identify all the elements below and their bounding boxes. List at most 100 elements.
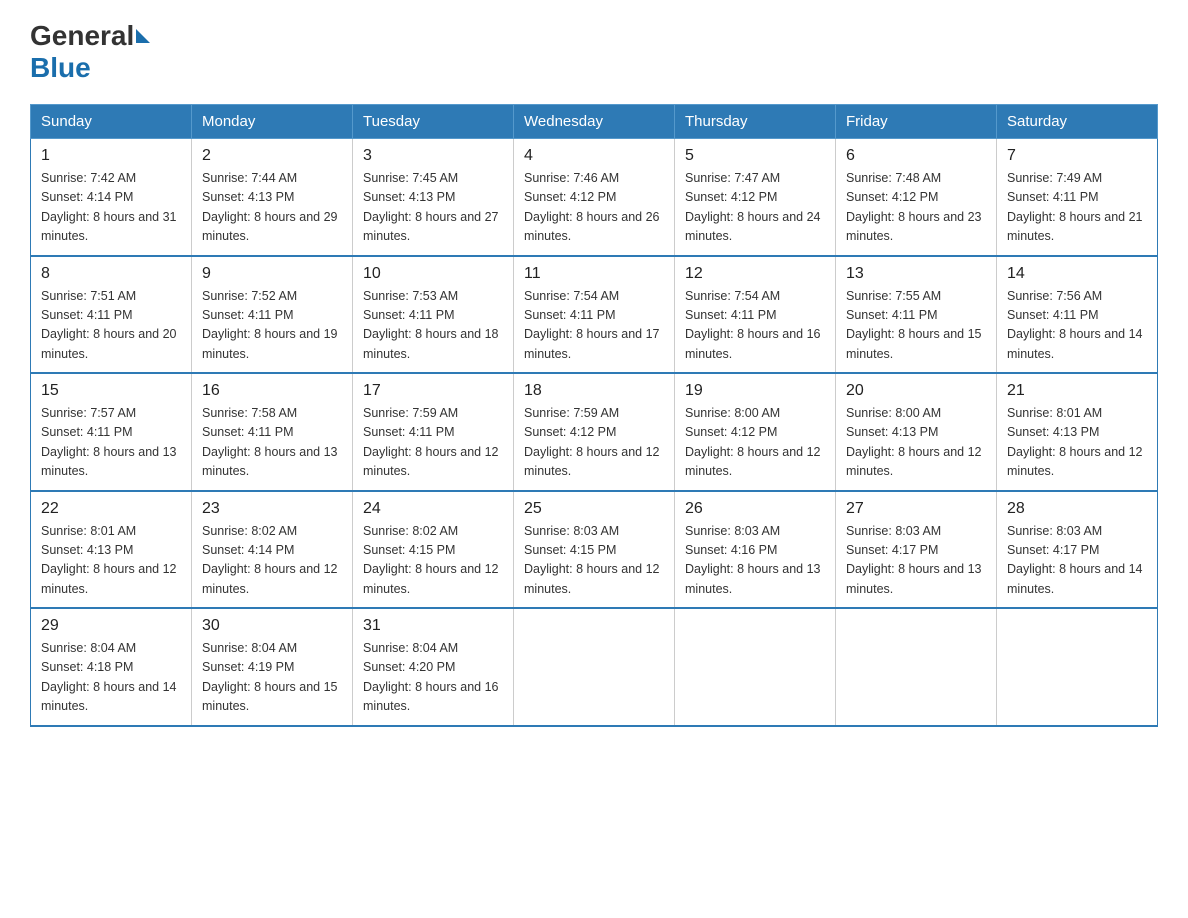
day-number: 21 xyxy=(1007,382,1147,400)
calendar-week-row: 29 Sunrise: 8:04 AMSunset: 4:18 PMDaylig… xyxy=(31,608,1158,726)
day-number: 14 xyxy=(1007,265,1147,283)
day-info: Sunrise: 7:54 AMSunset: 4:11 PMDaylight:… xyxy=(524,289,660,361)
day-info: Sunrise: 7:58 AMSunset: 4:11 PMDaylight:… xyxy=(202,406,338,478)
logo-general-text: General xyxy=(30,20,134,52)
day-number: 7 xyxy=(1007,147,1147,165)
calendar-day-cell: 10 Sunrise: 7:53 AMSunset: 4:11 PMDaylig… xyxy=(353,256,514,374)
day-number: 26 xyxy=(685,500,825,518)
day-number: 4 xyxy=(524,147,664,165)
day-number: 20 xyxy=(846,382,986,400)
day-info: Sunrise: 8:03 AMSunset: 4:17 PMDaylight:… xyxy=(1007,524,1143,596)
day-number: 27 xyxy=(846,500,986,518)
day-number: 13 xyxy=(846,265,986,283)
weekday-header-wednesday: Wednesday xyxy=(514,105,675,139)
day-info: Sunrise: 7:42 AMSunset: 4:14 PMDaylight:… xyxy=(41,171,177,243)
calendar-day-cell: 23 Sunrise: 8:02 AMSunset: 4:14 PMDaylig… xyxy=(192,491,353,609)
day-number: 2 xyxy=(202,147,342,165)
day-number: 16 xyxy=(202,382,342,400)
day-info: Sunrise: 8:03 AMSunset: 4:17 PMDaylight:… xyxy=(846,524,982,596)
calendar-day-cell: 12 Sunrise: 7:54 AMSunset: 4:11 PMDaylig… xyxy=(675,256,836,374)
page-header: General Blue xyxy=(30,20,1158,84)
day-number: 12 xyxy=(685,265,825,283)
day-number: 19 xyxy=(685,382,825,400)
day-info: Sunrise: 7:51 AMSunset: 4:11 PMDaylight:… xyxy=(41,289,177,361)
day-info: Sunrise: 7:59 AMSunset: 4:12 PMDaylight:… xyxy=(524,406,660,478)
day-info: Sunrise: 8:02 AMSunset: 4:14 PMDaylight:… xyxy=(202,524,338,596)
day-info: Sunrise: 7:54 AMSunset: 4:11 PMDaylight:… xyxy=(685,289,821,361)
day-number: 10 xyxy=(363,265,503,283)
day-info: Sunrise: 8:03 AMSunset: 4:15 PMDaylight:… xyxy=(524,524,660,596)
day-number: 11 xyxy=(524,265,664,283)
day-number: 9 xyxy=(202,265,342,283)
calendar-day-cell: 3 Sunrise: 7:45 AMSunset: 4:13 PMDayligh… xyxy=(353,139,514,256)
calendar-day-cell: 8 Sunrise: 7:51 AMSunset: 4:11 PMDayligh… xyxy=(31,256,192,374)
calendar-day-cell: 18 Sunrise: 7:59 AMSunset: 4:12 PMDaylig… xyxy=(514,373,675,491)
calendar-week-row: 22 Sunrise: 8:01 AMSunset: 4:13 PMDaylig… xyxy=(31,491,1158,609)
day-info: Sunrise: 7:44 AMSunset: 4:13 PMDaylight:… xyxy=(202,171,338,243)
day-info: Sunrise: 8:00 AMSunset: 4:13 PMDaylight:… xyxy=(846,406,982,478)
day-info: Sunrise: 7:49 AMSunset: 4:11 PMDaylight:… xyxy=(1007,171,1143,243)
day-info: Sunrise: 8:04 AMSunset: 4:20 PMDaylight:… xyxy=(363,641,499,713)
day-number: 29 xyxy=(41,617,181,635)
calendar-day-cell: 16 Sunrise: 7:58 AMSunset: 4:11 PMDaylig… xyxy=(192,373,353,491)
day-number: 25 xyxy=(524,500,664,518)
day-info: Sunrise: 8:01 AMSunset: 4:13 PMDaylight:… xyxy=(1007,406,1143,478)
logo-triangle-icon xyxy=(136,29,150,43)
calendar-day-cell: 9 Sunrise: 7:52 AMSunset: 4:11 PMDayligh… xyxy=(192,256,353,374)
day-info: Sunrise: 8:02 AMSunset: 4:15 PMDaylight:… xyxy=(363,524,499,596)
day-number: 18 xyxy=(524,382,664,400)
day-info: Sunrise: 8:04 AMSunset: 4:18 PMDaylight:… xyxy=(41,641,177,713)
logo-blue-text: Blue xyxy=(30,52,91,83)
calendar-day-cell: 6 Sunrise: 7:48 AMSunset: 4:12 PMDayligh… xyxy=(836,139,997,256)
weekday-header-thursday: Thursday xyxy=(675,105,836,139)
calendar-day-cell: 4 Sunrise: 7:46 AMSunset: 4:12 PMDayligh… xyxy=(514,139,675,256)
day-info: Sunrise: 7:57 AMSunset: 4:11 PMDaylight:… xyxy=(41,406,177,478)
calendar-week-row: 1 Sunrise: 7:42 AMSunset: 4:14 PMDayligh… xyxy=(31,139,1158,256)
calendar-day-cell xyxy=(997,608,1158,726)
calendar-day-cell: 25 Sunrise: 8:03 AMSunset: 4:15 PMDaylig… xyxy=(514,491,675,609)
calendar-day-cell: 20 Sunrise: 8:00 AMSunset: 4:13 PMDaylig… xyxy=(836,373,997,491)
calendar-day-cell: 21 Sunrise: 8:01 AMSunset: 4:13 PMDaylig… xyxy=(997,373,1158,491)
day-info: Sunrise: 7:59 AMSunset: 4:11 PMDaylight:… xyxy=(363,406,499,478)
day-info: Sunrise: 7:52 AMSunset: 4:11 PMDaylight:… xyxy=(202,289,338,361)
weekday-header-saturday: Saturday xyxy=(997,105,1158,139)
calendar-day-cell xyxy=(675,608,836,726)
day-info: Sunrise: 8:04 AMSunset: 4:19 PMDaylight:… xyxy=(202,641,338,713)
calendar-day-cell: 17 Sunrise: 7:59 AMSunset: 4:11 PMDaylig… xyxy=(353,373,514,491)
calendar-day-cell: 19 Sunrise: 8:00 AMSunset: 4:12 PMDaylig… xyxy=(675,373,836,491)
day-info: Sunrise: 7:55 AMSunset: 4:11 PMDaylight:… xyxy=(846,289,982,361)
day-info: Sunrise: 7:46 AMSunset: 4:12 PMDaylight:… xyxy=(524,171,660,243)
calendar-week-row: 8 Sunrise: 7:51 AMSunset: 4:11 PMDayligh… xyxy=(31,256,1158,374)
day-number: 30 xyxy=(202,617,342,635)
day-number: 15 xyxy=(41,382,181,400)
day-info: Sunrise: 7:56 AMSunset: 4:11 PMDaylight:… xyxy=(1007,289,1143,361)
calendar-week-row: 15 Sunrise: 7:57 AMSunset: 4:11 PMDaylig… xyxy=(31,373,1158,491)
calendar-day-cell: 30 Sunrise: 8:04 AMSunset: 4:19 PMDaylig… xyxy=(192,608,353,726)
calendar-table: SundayMondayTuesdayWednesdayThursdayFrid… xyxy=(30,104,1158,727)
calendar-day-cell: 28 Sunrise: 8:03 AMSunset: 4:17 PMDaylig… xyxy=(997,491,1158,609)
calendar-day-cell: 5 Sunrise: 7:47 AMSunset: 4:12 PMDayligh… xyxy=(675,139,836,256)
weekday-header-row: SundayMondayTuesdayWednesdayThursdayFrid… xyxy=(31,105,1158,139)
weekday-header-friday: Friday xyxy=(836,105,997,139)
day-info: Sunrise: 8:01 AMSunset: 4:13 PMDaylight:… xyxy=(41,524,177,596)
calendar-day-cell: 14 Sunrise: 7:56 AMSunset: 4:11 PMDaylig… xyxy=(997,256,1158,374)
calendar-day-cell: 24 Sunrise: 8:02 AMSunset: 4:15 PMDaylig… xyxy=(353,491,514,609)
calendar-day-cell xyxy=(836,608,997,726)
calendar-day-cell: 22 Sunrise: 8:01 AMSunset: 4:13 PMDaylig… xyxy=(31,491,192,609)
calendar-day-cell: 13 Sunrise: 7:55 AMSunset: 4:11 PMDaylig… xyxy=(836,256,997,374)
day-info: Sunrise: 8:00 AMSunset: 4:12 PMDaylight:… xyxy=(685,406,821,478)
day-number: 17 xyxy=(363,382,503,400)
weekday-header-monday: Monday xyxy=(192,105,353,139)
day-number: 23 xyxy=(202,500,342,518)
day-number: 1 xyxy=(41,147,181,165)
weekday-header-sunday: Sunday xyxy=(31,105,192,139)
day-info: Sunrise: 7:45 AMSunset: 4:13 PMDaylight:… xyxy=(363,171,499,243)
calendar-day-cell: 15 Sunrise: 7:57 AMSunset: 4:11 PMDaylig… xyxy=(31,373,192,491)
day-info: Sunrise: 7:47 AMSunset: 4:12 PMDaylight:… xyxy=(685,171,821,243)
calendar-day-cell: 29 Sunrise: 8:04 AMSunset: 4:18 PMDaylig… xyxy=(31,608,192,726)
day-number: 8 xyxy=(41,265,181,283)
calendar-day-cell: 27 Sunrise: 8:03 AMSunset: 4:17 PMDaylig… xyxy=(836,491,997,609)
day-number: 5 xyxy=(685,147,825,165)
calendar-day-cell: 7 Sunrise: 7:49 AMSunset: 4:11 PMDayligh… xyxy=(997,139,1158,256)
day-number: 3 xyxy=(363,147,503,165)
